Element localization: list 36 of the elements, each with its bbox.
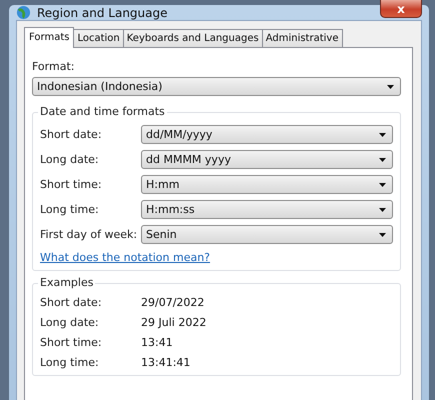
close-button[interactable]: x <box>380 0 422 18</box>
format-dropdown[interactable]: H:mm:ss <box>141 200 393 219</box>
field-label: Short time: <box>40 178 103 191</box>
tab[interactable]: Formats <box>24 27 74 48</box>
example-label: Long date: <box>40 316 100 329</box>
format-label: Format: <box>32 60 76 73</box>
example-value: 29 Juli 2022 <box>141 316 208 329</box>
notation-link[interactable]: What does the notation mean? <box>40 251 210 264</box>
caret-icon <box>379 232 386 236</box>
field-label: Long date: <box>40 153 100 166</box>
example-value: 29/07/2022 <box>141 296 206 309</box>
example-label: Short time: <box>40 336 103 349</box>
example-label: Short date: <box>40 296 103 309</box>
format-dropdown[interactable]: dd MMMM yyyy <box>141 150 393 169</box>
caret-icon <box>379 208 386 212</box>
caret-icon <box>379 132 386 136</box>
tab[interactable]: Keyboards and Languages <box>122 29 263 48</box>
format-dropdown[interactable]: Indonesian (Indonesia) <box>32 77 401 96</box>
format-dropdown[interactable]: dd/MM/yyyy <box>141 125 393 144</box>
example-label: Long time: <box>40 356 100 369</box>
example-value: 13:41 <box>141 336 174 349</box>
globe-icon <box>16 5 31 20</box>
example-value: 13:41:41 <box>141 356 192 369</box>
field-label: First day of week: <box>40 228 138 241</box>
format-dropdown[interactable]: H:mm <box>141 175 393 194</box>
group-title: Examples <box>38 276 96 289</box>
caret-icon <box>379 182 386 186</box>
tab[interactable]: Administrative <box>262 29 342 48</box>
caret-icon <box>379 158 386 162</box>
caret-icon <box>387 84 394 88</box>
field-label: Long time: <box>40 203 100 216</box>
tab[interactable]: Location <box>73 29 124 48</box>
window-title: Region and Language <box>37 6 169 20</box>
group-title: Date and time formats <box>38 105 167 118</box>
field-label: Short date: <box>40 128 103 141</box>
format-dropdown[interactable]: Senin <box>141 225 393 244</box>
